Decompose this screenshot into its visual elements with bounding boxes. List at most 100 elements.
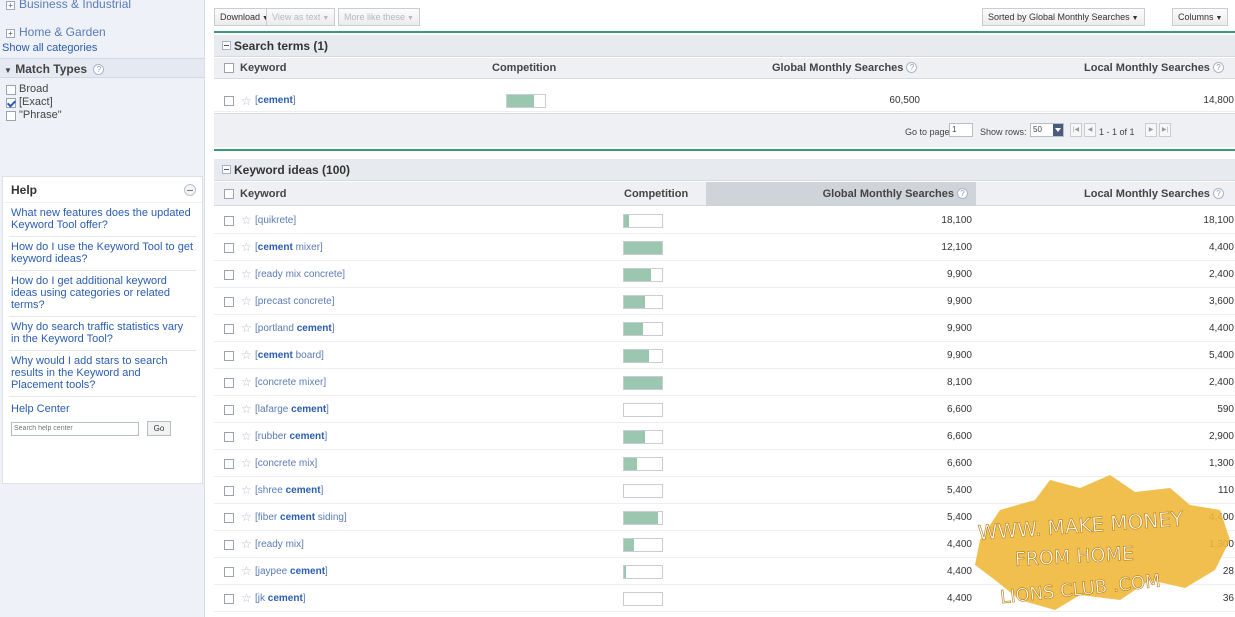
checkbox[interactable] [6,110,16,121]
expand-icon[interactable]: + [6,1,15,10]
expand-icon[interactable]: + [6,29,15,38]
column-local-monthly[interactable]: Local Monthly Searches? [1084,58,1224,79]
star-icon[interactable]: ☆ [241,94,252,108]
help-center-link[interactable]: Help Center [3,397,202,415]
row-checkbox[interactable] [224,567,234,577]
row-checkbox[interactable] [224,459,234,469]
checkbox-checked[interactable] [6,97,16,108]
search-terms-header[interactable]: Search terms (1) [214,35,1235,57]
keyword-link[interactable]: [concrete mixer] [255,377,326,388]
column-competition[interactable]: Competition [492,58,556,79]
column-keyword[interactable]: Keyword [240,182,286,203]
keyword-link[interactable]: [ready mix] [255,539,304,550]
rows-per-page-select[interactable]: 50 [1030,123,1064,137]
row-checkbox[interactable] [224,351,234,361]
match-type-broad[interactable]: Broad [0,83,204,96]
row-checkbox[interactable] [224,405,234,415]
row-checkbox[interactable] [224,243,234,253]
first-page-icon[interactable]: |◀ [1070,123,1082,137]
star-icon[interactable]: ☆ [241,294,252,308]
collapse-icon[interactable] [222,165,231,174]
star-icon[interactable]: ☆ [241,510,252,524]
row-checkbox[interactable] [224,594,234,604]
page-number-input[interactable]: 1 [949,123,973,137]
keyword-link[interactable]: [fiber cement siding] [255,512,347,523]
help-link-how-to-use[interactable]: How do I use the Keyword Tool to get key… [3,237,202,265]
category-business-industrial[interactable]: + Business & Industrial [0,0,204,12]
row-checkbox[interactable] [224,96,234,106]
keyword-link[interactable]: [rubber cement] [255,431,327,442]
select-all-checkbox[interactable] [224,189,234,199]
previous-page-icon[interactable]: ◀ [1084,123,1096,137]
table-row[interactable]: ☆ [quikrete] 18,100 18,100 [214,207,1235,234]
keyword-link[interactable]: [precast concrete] [255,296,334,307]
next-page-icon[interactable]: ▶ [1145,123,1157,137]
table-row[interactable]: ☆ [precast concrete] 9,900 3,600 [214,288,1235,315]
help-search-go-button[interactable]: Go [147,421,171,436]
column-competition[interactable]: Competition [624,182,688,203]
select-all-checkbox[interactable] [224,63,234,73]
help-link-traffic-statistics[interactable]: Why do search traffic statistics vary in… [3,317,202,345]
keyword-ideas-header[interactable]: Keyword ideas (100) [214,159,1235,181]
keyword-link[interactable]: [cement] [255,95,296,106]
keyword-link[interactable]: [cement mixer] [255,242,323,253]
view-as-text-button[interactable]: View as text ▼ [266,8,336,26]
row-checkbox[interactable] [224,486,234,496]
keyword-link[interactable]: [quikrete] [255,215,296,226]
help-link-stars[interactable]: Why would I add stars to search results … [3,351,202,391]
star-icon[interactable]: ☆ [241,375,252,389]
star-icon[interactable]: ☆ [241,402,252,416]
keyword-link[interactable]: [cement board] [255,350,324,361]
match-types-header[interactable]: ▼ Match Types ? [0,58,204,78]
show-all-categories-link[interactable]: Show all categories [0,40,204,56]
table-row[interactable]: ☆ [cement] 60,500 14,800 [214,90,1235,112]
keyword-link[interactable]: [shree cement] [255,485,323,496]
row-checkbox[interactable] [224,324,234,334]
star-icon[interactable]: ☆ [241,564,252,578]
row-checkbox[interactable] [224,216,234,226]
keyword-link[interactable]: [concrete mix] [255,458,317,469]
star-icon[interactable]: ☆ [241,240,252,254]
match-type-exact[interactable]: [Exact] [0,96,204,109]
column-local-monthly[interactable]: Local Monthly Searches? [1084,182,1224,203]
help-icon[interactable]: ? [1212,62,1224,73]
star-icon[interactable]: ☆ [241,537,252,551]
keyword-link[interactable]: [ready mix concrete] [255,269,345,280]
column-keyword[interactable]: Keyword [240,58,286,79]
category-home-garden[interactable]: + Home & Garden [0,24,204,40]
columns-button[interactable]: Columns ▼ [1172,8,1229,26]
row-checkbox[interactable] [224,540,234,550]
star-icon[interactable]: ☆ [241,321,252,335]
star-icon[interactable]: ☆ [241,591,252,605]
row-checkbox[interactable] [224,270,234,280]
star-icon[interactable]: ☆ [241,267,252,281]
row-checkbox[interactable] [224,297,234,307]
table-row[interactable]: ☆ [rubber cement] 6,600 2,900 [214,423,1235,450]
collapse-icon[interactable] [222,41,231,50]
row-checkbox[interactable] [224,513,234,523]
keyword-link[interactable]: [jk cement] [255,593,306,604]
help-icon[interactable]: ? [1212,188,1224,199]
star-icon[interactable]: ☆ [241,429,252,443]
table-row[interactable]: ☆ [cement mixer] 12,100 4,400 [214,234,1235,261]
match-type-phrase[interactable]: "Phrase" [0,109,204,122]
star-icon[interactable]: ☆ [241,456,252,470]
table-row[interactable]: ☆ [cement board] 9,900 5,400 [214,342,1235,369]
row-checkbox[interactable] [224,432,234,442]
help-icon[interactable]: ? [906,62,918,73]
help-search-input[interactable] [11,421,139,436]
help-link-additional-ideas[interactable]: How do I get additional keyword ideas us… [3,271,202,311]
row-checkbox[interactable] [224,378,234,388]
table-row[interactable]: ☆ [ready mix concrete] 9,900 2,400 [214,261,1235,288]
table-row[interactable]: ☆ [portland cement] 9,900 4,400 [214,315,1235,342]
checkbox[interactable] [6,84,16,95]
keyword-link[interactable]: [portland cement] [255,323,335,334]
collapse-icon[interactable] [184,184,196,196]
help-icon[interactable]: ? [93,64,105,75]
last-page-icon[interactable]: ▶| [1159,123,1171,137]
keyword-link[interactable]: [jaypee cement] [255,566,328,577]
table-row[interactable]: ☆ [concrete mixer] 8,100 2,400 [214,369,1235,396]
star-icon[interactable]: ☆ [241,213,252,227]
column-global-monthly-sorted[interactable]: Global Monthly Searches? [706,182,976,206]
more-like-these-button[interactable]: More like these ▼ [338,8,420,26]
